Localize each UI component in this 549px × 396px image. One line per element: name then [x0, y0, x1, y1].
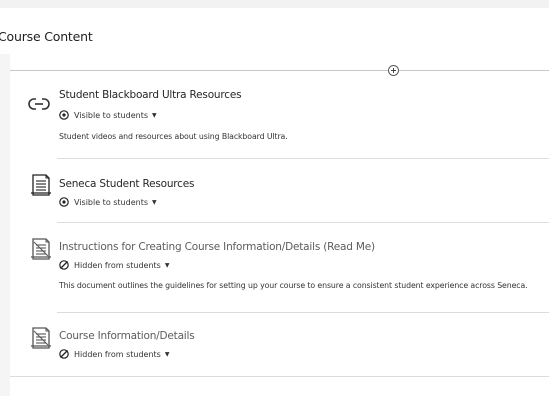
item-description: Student videos and resources about using…: [59, 132, 288, 141]
item-title[interactable]: Student Blackboard Ultra Resources: [59, 89, 242, 101]
add-content-button[interactable]: [388, 65, 399, 76]
visibility-label: Hidden from students: [74, 349, 161, 359]
chevron-down-icon: ▼: [164, 350, 170, 358]
visibility-label: Hidden from students: [74, 260, 161, 270]
eye-icon: [59, 110, 69, 120]
visibility-label: Visible to students: [74, 197, 148, 207]
item-title[interactable]: Course Information/Details: [59, 330, 195, 342]
item-title[interactable]: Instructions for Creating Course Informa…: [59, 241, 375, 253]
visibility-dropdown[interactable]: Hidden from students ▼: [59, 349, 169, 359]
insert-content-line: [10, 70, 549, 71]
chevron-down-icon: ▼: [152, 111, 157, 119]
eye-icon: [59, 197, 69, 207]
item-divider: [57, 312, 549, 313]
item-title[interactable]: Seneca Student Resources: [59, 178, 194, 190]
document-hidden-icon: [31, 327, 51, 349]
chevron-down-icon: ▼: [152, 198, 157, 206]
visibility-dropdown[interactable]: Visible to students ▼: [59, 197, 157, 207]
visibility-dropdown[interactable]: Visible to students ▼: [59, 110, 157, 120]
eye-off-icon: [59, 260, 69, 270]
left-rail: [0, 54, 10, 396]
course-content-list: Student Blackboard Ultra Resources Visib…: [10, 54, 549, 396]
top-band: [0, 0, 549, 8]
item-divider: [57, 158, 549, 159]
visibility-label: Visible to students: [74, 110, 148, 120]
document-icon: [31, 174, 51, 196]
chevron-down-icon: ▼: [164, 261, 170, 269]
eye-off-icon: [59, 349, 69, 359]
item-divider: [57, 222, 549, 223]
item-description: This document outlines the guidelines fo…: [59, 281, 528, 290]
link-icon: [28, 98, 50, 110]
item-divider: [10, 376, 549, 377]
document-hidden-icon: [31, 238, 51, 260]
visibility-dropdown[interactable]: Hidden from students ▼: [59, 260, 169, 270]
page-title: Course Content: [0, 29, 93, 44]
